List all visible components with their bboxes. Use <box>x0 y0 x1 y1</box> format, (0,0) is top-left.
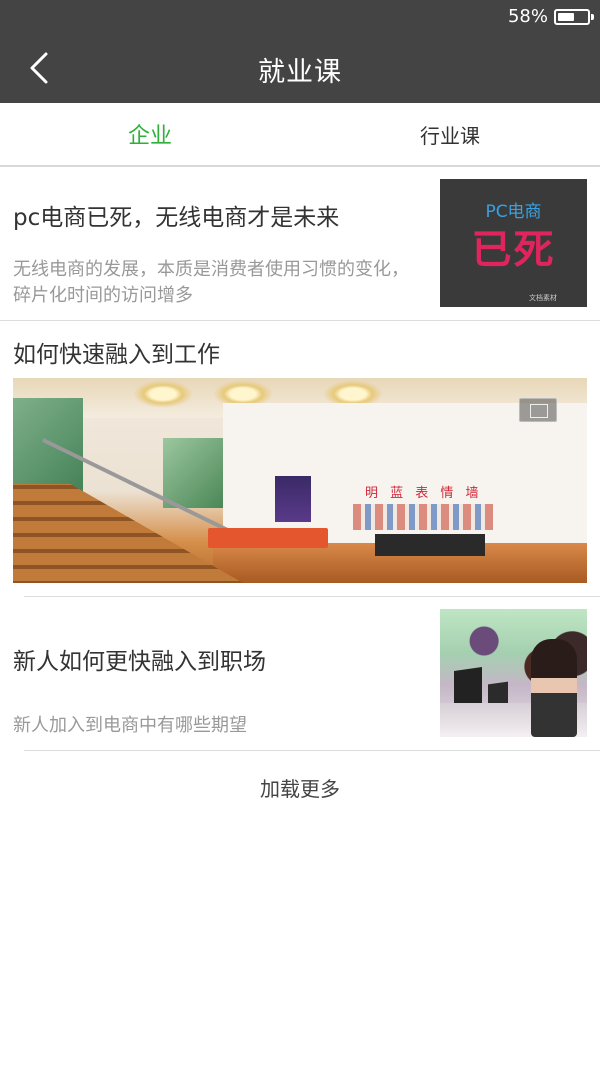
article-description: 无线电商的发展，本质是消费者使用习惯的变化，碎片化时间的访问增多 <box>13 259 409 306</box>
article-thumbnail <box>440 609 587 737</box>
thumbnail-main-text: 已死 <box>471 227 556 273</box>
page-title: 就业课 <box>258 57 342 88</box>
article-title: 新人如何更快融入到职场 <box>13 649 266 675</box>
list-item[interactable]: pc电商已死，无线电商才是未来 无线电商的发展，本质是消费者使用习惯的变化，碎片… <box>0 167 600 321</box>
course-list: pc电商已死，无线电商才是未来 无线电商的发展，本质是消费者使用习惯的变化，碎片… <box>0 167 600 823</box>
monitor <box>454 667 482 707</box>
feature-item[interactable]: 如何快速融入到工作 明 蓝 表 情 墙 <box>13 321 600 597</box>
person <box>531 639 577 737</box>
tab-bar: 企业 行业课 <box>0 103 600 167</box>
cabinet <box>375 534 485 556</box>
list-item[interactable]: 新人如何更快融入到职场 新人加入到电商中有哪些期望 <box>13 597 600 751</box>
thumbnail-small-text: 文档素材 <box>529 294 557 302</box>
battery-percent: 58% <box>507 6 548 27</box>
battery-fill <box>558 13 575 21</box>
tab-enterprise[interactable]: 企业 <box>0 103 300 165</box>
feature-title: 如何快速融入到工作 <box>13 342 220 368</box>
article-title: pc电商已死，无线电商才是未来 <box>13 205 340 231</box>
photo-wall <box>353 504 493 530</box>
nav-bar: 就业课 <box>0 34 600 103</box>
tables <box>208 528 328 548</box>
wall-sign-text: 明 蓝 表 情 墙 <box>365 486 483 501</box>
article-thumbnail: PC电商 已死 文档素材 <box>440 179 587 307</box>
load-more-button[interactable]: 加载更多 <box>0 751 600 823</box>
video-play-icon[interactable] <box>519 398 557 422</box>
poster <box>275 476 311 522</box>
feature-image: 明 蓝 表 情 墙 <box>13 378 587 583</box>
article-description: 新人加入到电商中有哪些期望 <box>13 715 247 736</box>
battery-icon <box>554 9 594 25</box>
chandelier <box>133 380 193 408</box>
status-bar: 58% <box>0 0 600 34</box>
window <box>163 438 223 508</box>
tab-industry-course[interactable]: 行业课 <box>300 103 600 165</box>
